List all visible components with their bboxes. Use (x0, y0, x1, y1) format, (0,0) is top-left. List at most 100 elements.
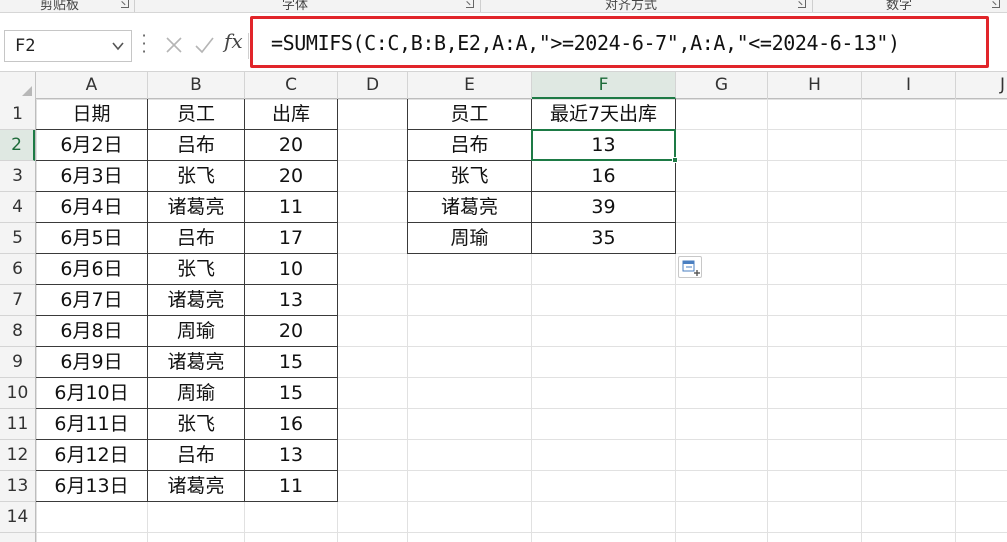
column-header-h[interactable]: H (768, 72, 862, 99)
row-header-6[interactable]: 6 (0, 254, 35, 285)
table1-cell[interactable]: 诸葛亮 (147, 284, 245, 316)
row-header-7[interactable]: 7 (0, 285, 35, 316)
row-header-4[interactable]: 4 (0, 192, 35, 223)
select-all-corner[interactable] (0, 72, 36, 99)
table1-cell[interactable]: 吕布 (147, 439, 245, 471)
formula-bar-separator (248, 33, 249, 59)
table1-cell[interactable]: 6月9日 (36, 346, 148, 378)
table1-cell[interactable]: 16 (244, 408, 338, 440)
table1-cell[interactable]: 20 (244, 160, 338, 192)
table2-header-cell[interactable]: 最近7天出库 (531, 99, 676, 130)
ribbon-group-alignment: 对齐方式 (605, 0, 658, 13)
table1-header-cell[interactable]: 出库 (244, 99, 338, 130)
table1-cell[interactable]: 6月7日 (36, 284, 148, 316)
column-header-d[interactable]: D (338, 72, 408, 99)
name-box[interactable]: F2 (4, 30, 132, 62)
formula-input[interactable]: =SUMIFS(C:C,B:B,E2,A:A,">=2024-6-7",A:A,… (271, 31, 900, 55)
table1-cell[interactable]: 诸葛亮 (147, 346, 245, 378)
table1-cell[interactable]: 6月11日 (36, 408, 148, 440)
cell-grid[interactable]: 日期 员工 出库 6月2日 吕布 20 6月3日 张飞 20 6月4日 诸葛亮 11 6月5日 吕布 17 6… (36, 99, 1007, 542)
column-header-j[interactable]: J (956, 72, 1007, 99)
table1-cell[interactable]: 6月2日 (36, 129, 148, 161)
table1-cell[interactable]: 吕布 (147, 222, 245, 254)
table2-cell[interactable]: 诸葛亮 (407, 191, 532, 223)
table1-cell[interactable]: 6月8日 (36, 315, 148, 347)
table1-cell[interactable]: 15 (244, 346, 338, 378)
table2-header-cell[interactable]: 员工 (407, 99, 532, 130)
table1-cell[interactable]: 张飞 (147, 160, 245, 192)
row-header-10[interactable]: 10 (0, 378, 35, 409)
column-header-f[interactable]: F (532, 72, 676, 99)
column-header-a[interactable]: A (36, 72, 148, 99)
table1-cell[interactable]: 6月10日 (36, 377, 148, 409)
paste-options-icon[interactable] (678, 256, 702, 278)
table1-header-cell[interactable]: 日期 (36, 99, 148, 130)
ribbon-group-font: 字体 (282, 0, 309, 13)
row-header-11[interactable]: 11 (0, 409, 35, 440)
row-header-1[interactable]: 1 (0, 99, 35, 130)
table2-cell[interactable]: 吕布 (407, 129, 532, 161)
paste-options-glyph (682, 260, 700, 276)
column-header-i[interactable]: I (862, 72, 956, 99)
table1-cell[interactable]: 6月4日 (36, 191, 148, 223)
table1-cell[interactable]: 周瑜 (147, 377, 245, 409)
grid-row-line (36, 532, 1007, 533)
clipboard-launcher-icon[interactable] (121, 0, 129, 8)
table2-cell[interactable]: 13 (531, 129, 676, 161)
table1-cell[interactable]: 20 (244, 315, 338, 347)
table1-cell[interactable]: 10 (244, 253, 338, 285)
table1-cell[interactable]: 周瑜 (147, 315, 245, 347)
table1-cell[interactable]: 诸葛亮 (147, 191, 245, 223)
table1-cell[interactable]: 17 (244, 222, 338, 254)
table2-cell[interactable]: 周瑜 (407, 222, 532, 254)
row-header-5[interactable]: 5 (0, 223, 35, 254)
column-header-g[interactable]: G (676, 72, 768, 99)
table1-header-cell[interactable]: 员工 (147, 99, 245, 130)
table2-cell[interactable]: 16 (531, 160, 676, 192)
table1-cell[interactable]: 13 (244, 284, 338, 316)
table1-cell[interactable]: 6月5日 (36, 222, 148, 254)
column-header-e[interactable]: E (408, 72, 532, 99)
table1-cell[interactable]: 15 (244, 377, 338, 409)
table1-cell[interactable]: 吕布 (147, 129, 245, 161)
table1-cell[interactable]: 张飞 (147, 408, 245, 440)
fill-handle[interactable] (672, 157, 678, 163)
table1-cell[interactable]: 6月6日 (36, 253, 148, 285)
table1-cell[interactable]: 13 (244, 439, 338, 471)
ribbon-separator (134, 0, 135, 12)
table1-cell[interactable]: 11 (244, 470, 338, 502)
close-icon[interactable] (163, 32, 185, 58)
row-header-3[interactable]: 3 (0, 161, 35, 192)
row-header-12[interactable]: 12 (0, 440, 35, 471)
table2-cell[interactable]: 39 (531, 191, 676, 223)
column-header-b[interactable]: B (148, 72, 245, 99)
formula-input-highlight[interactable]: =SUMIFS(C:C,B:B,E2,A:A,">=2024-6-7",A:A,… (250, 16, 989, 68)
column-header-c[interactable]: C (245, 72, 338, 99)
check-icon[interactable] (193, 32, 215, 58)
table1-cell[interactable]: 6月13日 (36, 470, 148, 502)
table1-cell[interactable]: 张飞 (147, 253, 245, 285)
row-header-13[interactable]: 13 (0, 471, 35, 502)
chevron-down-icon[interactable] (111, 39, 125, 53)
table1-cell[interactable]: 11 (244, 191, 338, 223)
insert-function-button[interactable]: fx (224, 29, 243, 53)
more-options-icon[interactable]: · · · (140, 28, 148, 60)
table1-cell[interactable]: 20 (244, 129, 338, 161)
number-launcher-icon[interactable] (992, 0, 1000, 8)
table1-cell[interactable]: 诸葛亮 (147, 470, 245, 502)
table1-cell[interactable]: 6月3日 (36, 160, 148, 192)
table2-cell[interactable]: 35 (531, 222, 676, 254)
row-header-8[interactable]: 8 (0, 316, 35, 347)
row-header-9[interactable]: 9 (0, 347, 35, 378)
ribbon-group-clipboard: 剪贴板 (40, 0, 80, 13)
font-launcher-icon[interactable] (466, 0, 474, 8)
ribbon-separator (480, 0, 481, 12)
grid-column-line (767, 99, 768, 542)
table1-cell[interactable]: 6月12日 (36, 439, 148, 471)
ribbon-group-labels: 剪贴板 字体 对齐方式 数字 (0, 0, 1007, 13)
row-header-2[interactable]: 2 (0, 130, 35, 161)
row-header-14[interactable]: 14 (0, 502, 35, 533)
alignment-launcher-icon[interactable] (798, 0, 806, 8)
table2-cell[interactable]: 张飞 (407, 160, 532, 192)
spreadsheet-app: 剪贴板 字体 对齐方式 数字 F2 · · · fx =SUMIFS(C:C,B: (0, 0, 1007, 542)
